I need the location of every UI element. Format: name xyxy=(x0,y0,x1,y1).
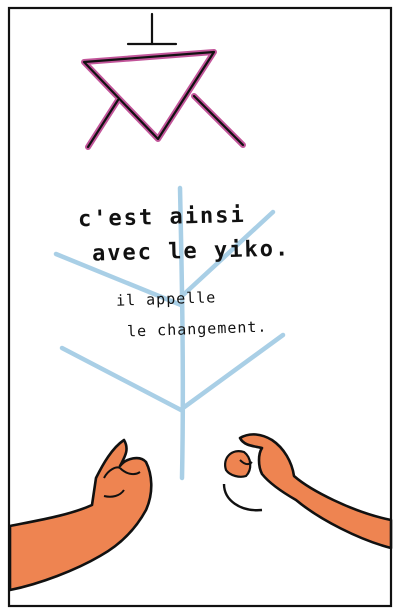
inverted-triangle-symbol-icon xyxy=(81,12,246,150)
caption-line-2: avec le yiko. xyxy=(91,236,291,267)
right-hand-icon xyxy=(222,433,393,550)
caption-line-3: il appelle xyxy=(115,288,217,310)
panel-illustration xyxy=(7,6,393,608)
left-hand-icon xyxy=(8,438,153,592)
comic-panel: c'est ainsi avec le yiko. il appelle le … xyxy=(0,0,400,615)
caption-line-1: c'est ainsi xyxy=(77,202,247,233)
